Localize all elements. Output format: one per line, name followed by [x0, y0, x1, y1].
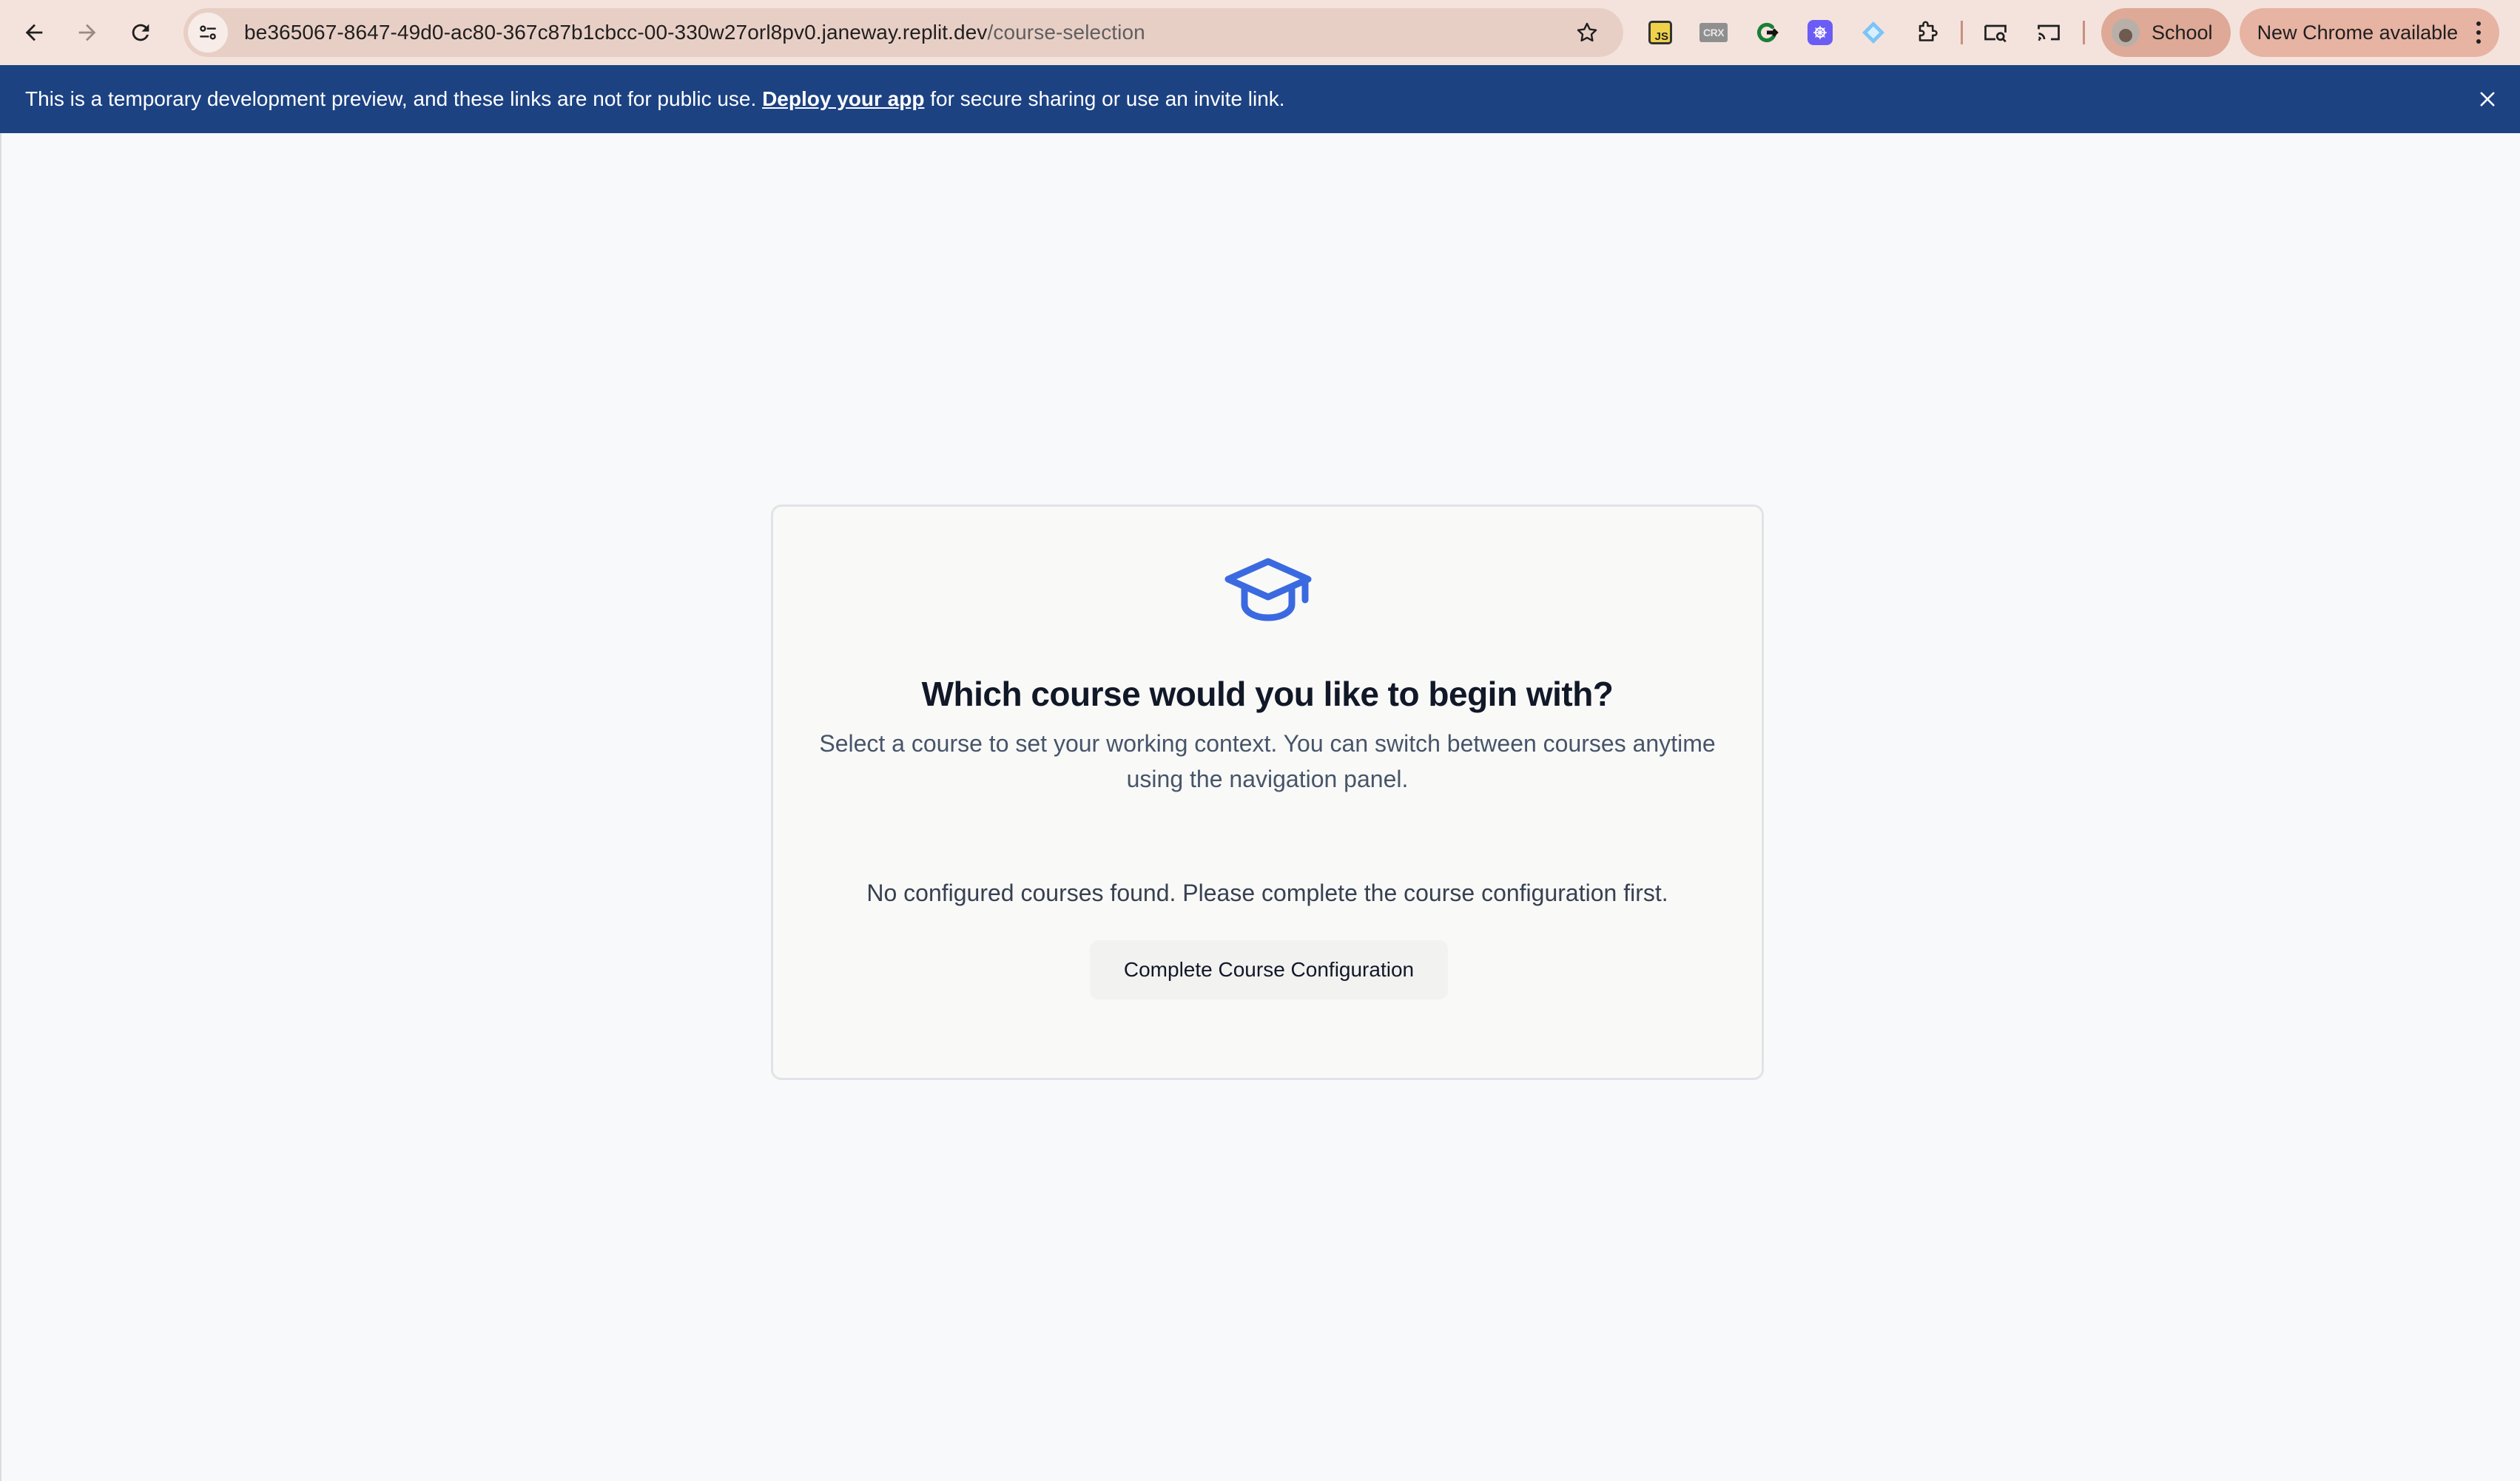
banner-text-after: for secure sharing or use an invite link…	[924, 87, 1285, 110]
banner-text-before: This is a temporary development preview,…	[25, 87, 763, 110]
profile-button[interactable]: School	[2101, 8, 2231, 57]
banner-message: This is a temporary development preview,…	[25, 87, 1285, 111]
star-icon	[1577, 22, 1597, 42]
reload-button[interactable]	[114, 6, 167, 59]
url-path: /course-selection	[987, 21, 1145, 44]
crx-extension-icon[interactable]: CRX	[1693, 12, 1734, 53]
page-title: Which course would you like to begin wit…	[921, 675, 1614, 713]
avatar	[2112, 18, 2140, 47]
bookmark-star-button[interactable]	[1571, 17, 1603, 48]
deploy-app-link[interactable]: Deploy your app	[762, 87, 924, 110]
tune-icon	[200, 25, 216, 40]
diamond-extension-icon[interactable]	[1853, 12, 1894, 53]
site-info-button[interactable]	[188, 13, 228, 53]
back-button[interactable]	[7, 6, 61, 59]
cast-icon[interactable]	[2028, 12, 2069, 53]
complete-course-configuration-button[interactable]: Complete Course Configuration	[1090, 940, 1448, 999]
forward-button[interactable]	[61, 6, 114, 59]
empty-state-message: No configured courses found. Please comp…	[866, 880, 1668, 906]
arrow-left-icon	[25, 24, 43, 41]
browser-toolbar: be365067-8647-49d0-ac80-367c87b1cbcc-00-…	[0, 0, 2520, 65]
address-bar[interactable]: be365067-8647-49d0-ac80-367c87b1cbcc-00-…	[183, 8, 1623, 57]
dev-preview-banner: This is a temporary development preview,…	[0, 65, 2520, 133]
page-subtitle: Select a course to set your working cont…	[819, 730, 1716, 792]
js-extension-icon[interactable]: JS	[1640, 12, 1681, 53]
arrow-right-icon	[78, 24, 96, 41]
profile-label: School	[2152, 21, 2213, 44]
url-text: be365067-8647-49d0-ac80-367c87b1cbcc-00-…	[244, 21, 1145, 44]
close-icon	[2480, 92, 2495, 107]
toolbar-divider	[1961, 21, 1963, 44]
course-selection-card: Which course would you like to begin wit…	[771, 505, 1764, 1080]
search-tab-icon[interactable]	[1975, 12, 2016, 53]
toolbar-divider	[2083, 21, 2085, 44]
reload-icon	[132, 24, 149, 41]
more-vert-icon	[2465, 13, 2492, 52]
update-label: New Chrome available	[2257, 21, 2459, 44]
grammar-extension-icon[interactable]	[1746, 12, 1788, 53]
puzzle-extensions-icon[interactable]	[1906, 12, 1947, 53]
purple-extension-icon[interactable]	[1799, 12, 1841, 53]
graduation-cap-icon	[1224, 558, 1312, 621]
chrome-update-button[interactable]: New Chrome available	[2239, 8, 2500, 57]
banner-close-button[interactable]	[2471, 83, 2504, 115]
page-content: Which course would you like to begin wit…	[0, 133, 2520, 1481]
url-host: be365067-8647-49d0-ac80-367c87b1cbcc-00-…	[244, 21, 988, 44]
